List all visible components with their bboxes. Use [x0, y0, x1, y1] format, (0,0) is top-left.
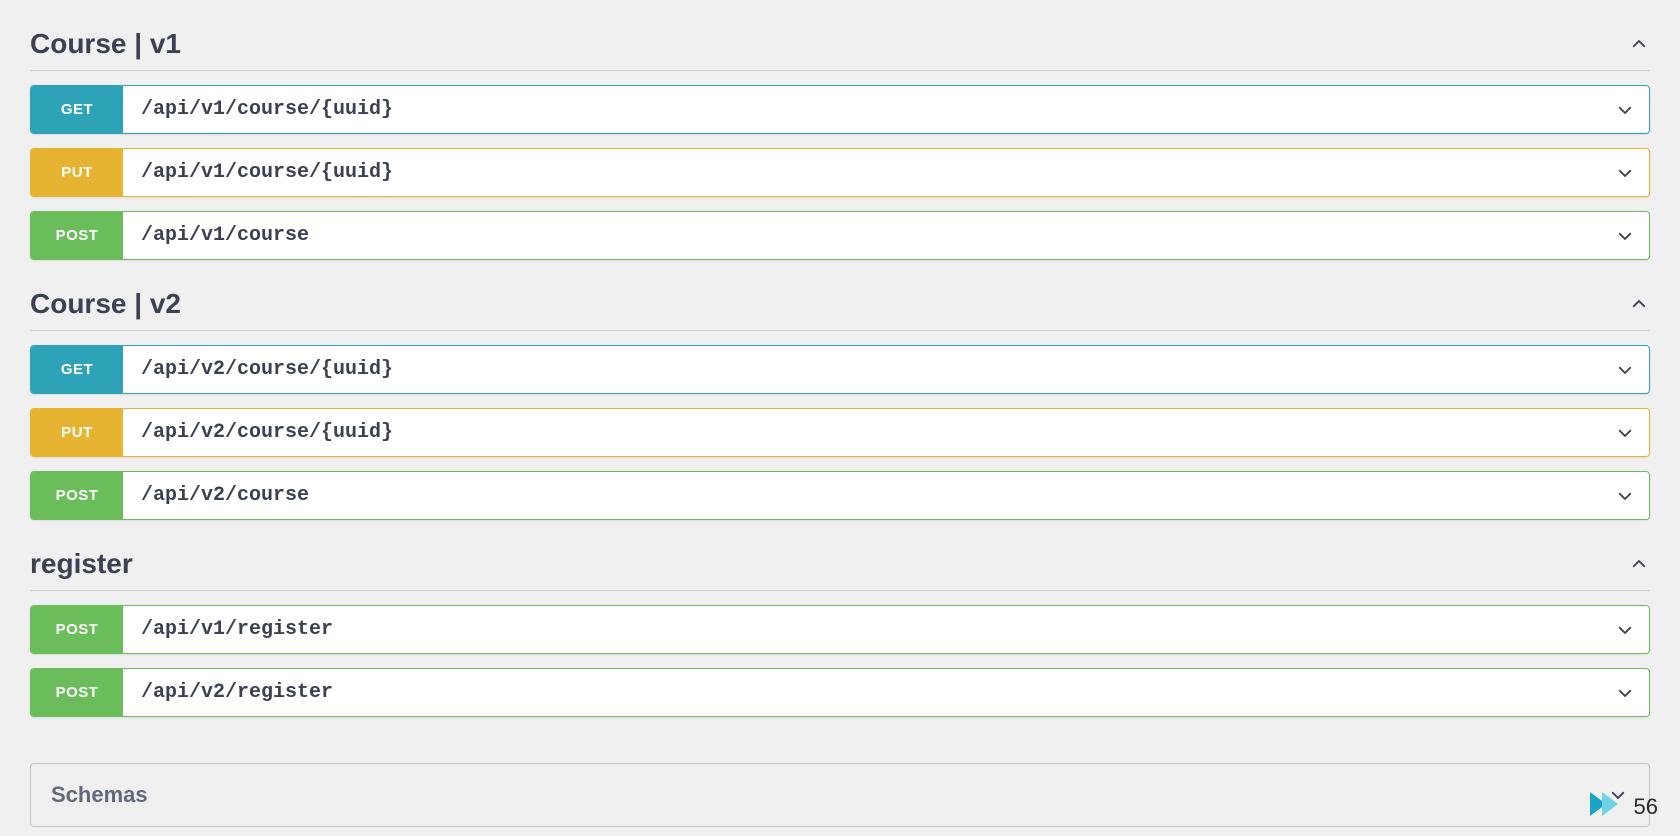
endpoint-path: /api/v1/course/{uuid} — [123, 149, 1601, 196]
endpoint-path: /api/v1/course — [123, 212, 1601, 259]
slide-number: 56 — [1634, 794, 1658, 820]
http-method-badge: POST — [31, 472, 123, 519]
tag-section-course-v1: Course | v1 GET /api/v1/course/{uuid} PU… — [30, 20, 1650, 260]
endpoint-row[interactable]: POST /api/v1/course — [30, 211, 1650, 260]
endpoint-path: /api/v2/course/{uuid} — [123, 346, 1601, 393]
tag-section-register: register POST /api/v1/register POST /api… — [30, 540, 1650, 717]
http-method-badge: GET — [31, 346, 123, 393]
endpoint-path: /api/v1/course/{uuid} — [123, 86, 1601, 133]
endpoint-row[interactable]: POST /api/v2/course — [30, 471, 1650, 520]
chevron-down-icon — [1601, 472, 1649, 519]
tag-title: Course | v1 — [30, 28, 181, 60]
endpoint-row[interactable]: GET /api/v1/course/{uuid} — [30, 85, 1650, 134]
endpoint-row[interactable]: POST /api/v1/register — [30, 605, 1650, 654]
http-method-badge: GET — [31, 86, 123, 133]
slide-indicator: 56 — [1588, 790, 1658, 824]
chevron-down-icon — [1601, 606, 1649, 653]
chevron-down-icon — [1601, 669, 1649, 716]
chevron-up-icon — [1628, 293, 1650, 315]
tag-title: register — [30, 548, 133, 580]
endpoint-row[interactable]: PUT /api/v1/course/{uuid} — [30, 148, 1650, 197]
endpoint-row[interactable]: GET /api/v2/course/{uuid} — [30, 345, 1650, 394]
chevron-up-icon — [1628, 33, 1650, 55]
http-method-badge: POST — [31, 212, 123, 259]
chevron-down-icon — [1601, 149, 1649, 196]
chevron-up-icon — [1628, 553, 1650, 575]
tag-header-register[interactable]: register — [30, 540, 1650, 591]
endpoint-path: /api/v2/course — [123, 472, 1601, 519]
http-method-badge: PUT — [31, 409, 123, 456]
tag-title: Course | v2 — [30, 288, 181, 320]
tag-header-course-v2[interactable]: Course | v2 — [30, 280, 1650, 331]
endpoint-path: /api/v2/register — [123, 669, 1601, 716]
chevron-down-icon — [1601, 409, 1649, 456]
http-method-badge: POST — [31, 606, 123, 653]
tag-section-course-v2: Course | v2 GET /api/v2/course/{uuid} PU… — [30, 280, 1650, 520]
chevron-down-icon — [1601, 86, 1649, 133]
schemas-title: Schemas — [51, 782, 148, 808]
http-method-badge: PUT — [31, 149, 123, 196]
schemas-section[interactable]: Schemas — [30, 763, 1650, 827]
fast-forward-icon — [1588, 790, 1628, 824]
tag-header-course-v1[interactable]: Course | v1 — [30, 20, 1650, 71]
chevron-down-icon — [1601, 212, 1649, 259]
endpoint-row[interactable]: POST /api/v2/register — [30, 668, 1650, 717]
endpoint-path: /api/v1/register — [123, 606, 1601, 653]
endpoint-path: /api/v2/course/{uuid} — [123, 409, 1601, 456]
endpoint-row[interactable]: PUT /api/v2/course/{uuid} — [30, 408, 1650, 457]
chevron-down-icon — [1601, 346, 1649, 393]
http-method-badge: POST — [31, 669, 123, 716]
